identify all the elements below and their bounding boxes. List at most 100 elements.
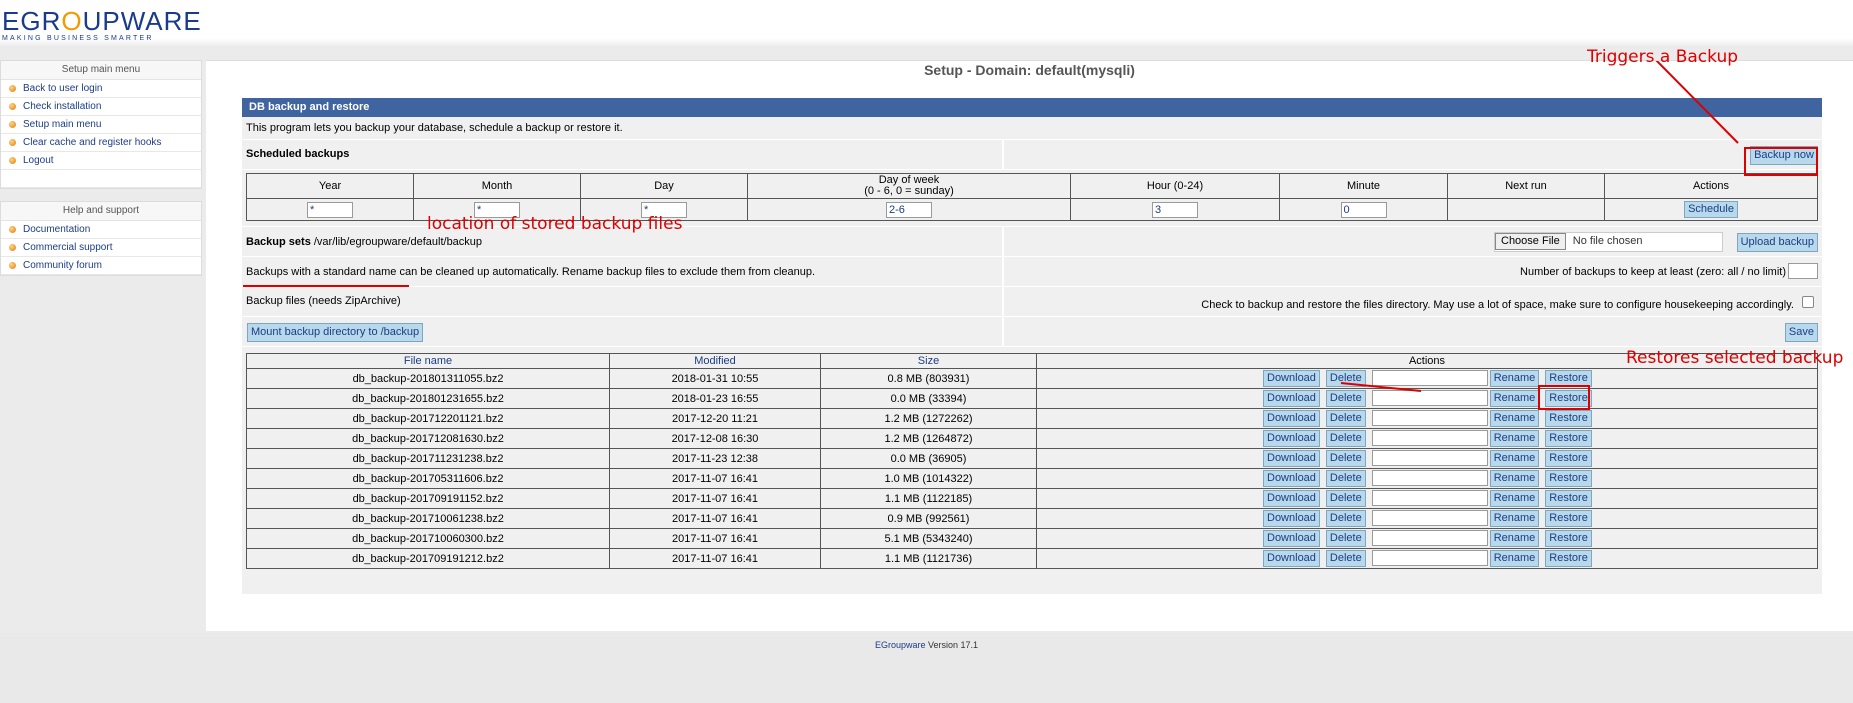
bullet-icon [9, 157, 16, 164]
modified-cell: 2017-12-08 16:30 [609, 428, 821, 449]
choose-file-button[interactable]: Choose File [1495, 233, 1566, 250]
restore-button[interactable]: Restore [1545, 470, 1592, 487]
minute-input[interactable] [1340, 201, 1387, 218]
delete-button[interactable]: Delete [1325, 430, 1366, 447]
files-row: Backup files (needs ZipArchive) Check to… [242, 287, 1822, 317]
rename-button[interactable]: Rename [1489, 450, 1540, 467]
mount-row: Mount backup directory to /backup Save [242, 317, 1822, 347]
rename-button[interactable]: Rename [1489, 490, 1540, 507]
rename-input[interactable] [1371, 510, 1488, 526]
file-chooser[interactable]: Choose File No file chosen [1494, 232, 1723, 252]
download-button[interactable]: Download [1263, 470, 1320, 487]
sidebar-item-setup-main-menu[interactable]: Setup main menu [1, 116, 201, 134]
download-button[interactable]: Download [1263, 390, 1320, 407]
table-row: db_backup-201712201121.bz2 2017-12-20 11:… [246, 408, 1818, 429]
download-button[interactable]: Download [1263, 550, 1320, 567]
restore-button[interactable]: Restore [1545, 510, 1592, 527]
file-name-cell: db_backup-201712201121.bz2 [246, 408, 610, 429]
restore-button[interactable]: Restore [1545, 450, 1592, 467]
table-row: db_backup-201709191152.bz2 2017-11-07 16:… [246, 488, 1818, 509]
delete-button[interactable]: Delete [1325, 510, 1366, 527]
delete-button[interactable]: Delete [1325, 490, 1366, 507]
file-name-cell: db_backup-201712081630.bz2 [246, 428, 610, 449]
restore-button[interactable]: Restore [1545, 430, 1592, 447]
bullet-icon [9, 139, 16, 146]
sidebar-item-community-forum[interactable]: Community forum [1, 257, 201, 275]
col-file-name[interactable]: File name [246, 353, 610, 369]
delete-button[interactable]: Delete [1325, 390, 1366, 407]
footer: EGroupware Version 17.1 [0, 640, 1853, 650]
schedule-button[interactable]: Schedule [1684, 201, 1738, 218]
sidebar-item-clear-cache[interactable]: Clear cache and register hooks [1, 134, 201, 152]
bullet-icon [9, 85, 16, 92]
rename-input[interactable] [1371, 530, 1488, 546]
actions-cell: Download Delete Rename Restore [1036, 508, 1818, 529]
modified-cell: 2017-11-07 16:41 [609, 488, 821, 509]
save-button[interactable]: Save [1784, 323, 1818, 342]
delete-button[interactable]: Delete [1325, 370, 1366, 387]
download-button[interactable]: Download [1263, 410, 1320, 427]
cleanup-row: Backups with a standard name can be clea… [242, 257, 1822, 287]
table-row: db_backup-201712081630.bz2 2017-12-08 16:… [246, 428, 1818, 449]
keep-count-input[interactable] [1788, 263, 1818, 279]
rename-input[interactable] [1371, 430, 1488, 446]
next-run-cell [1447, 198, 1605, 221]
download-button[interactable]: Download [1263, 510, 1320, 527]
bullet-icon [9, 262, 16, 269]
help-menu: Help and support Documentation Commercia… [0, 201, 202, 276]
restore-button[interactable]: Restore [1545, 410, 1592, 427]
col-size[interactable]: Size [820, 353, 1037, 369]
delete-button[interactable]: Delete [1325, 410, 1366, 427]
backup-panel: DB backup and restore This program lets … [242, 98, 1822, 595]
rename-button[interactable]: Rename [1489, 470, 1540, 487]
sidebar-item-check-installation[interactable]: Check installation [1, 98, 201, 116]
rename-button[interactable]: Rename [1489, 410, 1540, 427]
rename-button[interactable]: Rename [1489, 430, 1540, 447]
download-button[interactable]: Download [1263, 370, 1320, 387]
rename-button[interactable]: Rename [1489, 390, 1540, 407]
intro-row: This program lets you backup your databa… [242, 117, 1822, 140]
day-of-week-input[interactable] [886, 201, 932, 218]
rename-input[interactable] [1371, 470, 1488, 486]
sidebar-item-documentation[interactable]: Documentation [1, 221, 201, 239]
hour-input[interactable] [1152, 201, 1198, 218]
rename-input[interactable] [1371, 410, 1488, 426]
rename-input[interactable] [1371, 450, 1488, 466]
file-name-cell: db_backup-201709191212.bz2 [246, 548, 610, 569]
download-button[interactable]: Download [1263, 530, 1320, 547]
bullet-icon [9, 103, 16, 110]
restore-button[interactable]: Restore [1545, 550, 1592, 567]
delete-button[interactable]: Delete [1325, 470, 1366, 487]
rename-button[interactable]: Rename [1489, 370, 1540, 387]
rename-input[interactable] [1371, 490, 1488, 506]
egroupware-link[interactable]: EGroupware [875, 640, 926, 650]
download-button[interactable]: Download [1263, 450, 1320, 467]
table-row: db_backup-201710060300.bz2 2017-11-07 16:… [246, 528, 1818, 549]
upload-backup-button[interactable]: Upload backup [1736, 233, 1818, 252]
year-input[interactable] [307, 201, 353, 218]
size-cell: 1.1 MB (1122185) [820, 488, 1037, 509]
sidebar-item-back-to-login[interactable]: Back to user login [1, 80, 201, 98]
rename-input[interactable] [1371, 390, 1488, 406]
egroupware-logo[interactable]: EGROUPWARE MAKING BUSINESS SMARTER [2, 8, 202, 42]
col-modified[interactable]: Modified [609, 353, 821, 369]
sidebar-item-logout[interactable]: Logout [1, 152, 201, 170]
restore-button[interactable]: Restore [1545, 490, 1592, 507]
delete-button[interactable]: Delete [1325, 530, 1366, 547]
sidebar-item-commercial-support[interactable]: Commercial support [1, 239, 201, 257]
rename-input[interactable] [1371, 550, 1488, 566]
restore-button[interactable]: Restore [1545, 530, 1592, 547]
mount-backup-button[interactable]: Mount backup directory to /backup [247, 323, 424, 342]
rename-button[interactable]: Rename [1489, 550, 1540, 567]
download-button[interactable]: Download [1263, 490, 1320, 507]
rename-button[interactable]: Rename [1489, 510, 1540, 527]
files-checkbox[interactable] [1802, 296, 1814, 308]
rename-button[interactable]: Rename [1489, 530, 1540, 547]
delete-button[interactable]: Delete [1325, 550, 1366, 567]
rename-input[interactable] [1371, 370, 1488, 386]
download-button[interactable]: Download [1263, 430, 1320, 447]
delete-button[interactable]: Delete [1325, 450, 1366, 467]
help-menu-title: Help and support [1, 202, 201, 221]
col-next-run: Next run [1447, 173, 1605, 199]
modified-cell: 2018-01-23 16:55 [609, 388, 821, 409]
